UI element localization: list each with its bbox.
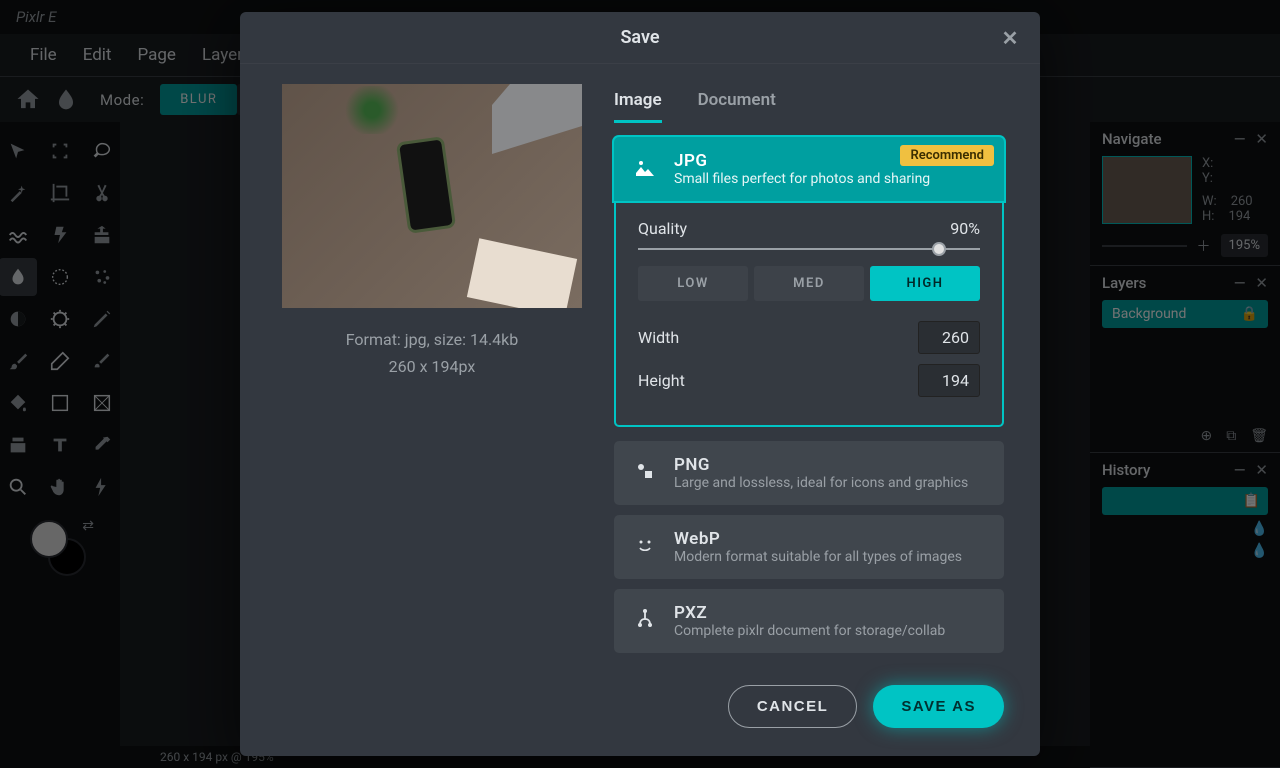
- format-jpg[interactable]: Recommend JPG Small files perfect for ph…: [614, 137, 1004, 201]
- width-label: Width: [638, 328, 679, 347]
- format-pxz[interactable]: PXZ Complete pixlr document for storage/…: [614, 589, 1004, 653]
- jpg-options: Quality 90% LOW MED HIGH Width Height: [614, 201, 1004, 427]
- quality-value: 90%: [950, 219, 980, 238]
- preview-dims-line: 260 x 194px: [282, 353, 582, 380]
- height-input[interactable]: [918, 364, 980, 397]
- shapes-icon: [632, 459, 658, 487]
- quality-high[interactable]: HIGH: [870, 266, 980, 301]
- format-webp-desc: Modern format suitable for all types of …: [674, 549, 986, 565]
- quality-low[interactable]: LOW: [638, 266, 748, 301]
- format-pxz-title: PXZ: [674, 603, 986, 623]
- height-label: Height: [638, 371, 685, 390]
- preview-image: [282, 84, 582, 308]
- width-input[interactable]: [918, 321, 980, 354]
- format-pxz-desc: Complete pixlr document for storage/coll…: [674, 623, 986, 639]
- format-jpg-desc: Small files perfect for photos and shari…: [674, 171, 986, 187]
- cancel-button[interactable]: CANCEL: [728, 685, 858, 728]
- save-as-button[interactable]: SAVE AS: [873, 685, 1004, 728]
- save-modal: Save ✕ Format: jpg, size: 14.4kb 260 x 1…: [240, 12, 1040, 756]
- format-webp-title: WebP: [674, 529, 986, 549]
- quality-label: Quality: [638, 219, 687, 238]
- quality-med[interactable]: MED: [754, 266, 864, 301]
- format-png-title: PNG: [674, 455, 986, 475]
- branch-icon: [632, 607, 658, 635]
- recommend-badge: Recommend: [900, 145, 994, 166]
- close-icon[interactable]: ✕: [996, 24, 1024, 52]
- format-png-desc: Large and lossless, ideal for icons and …: [674, 475, 986, 491]
- face-icon: [632, 533, 658, 561]
- image-icon: [632, 155, 658, 183]
- format-png[interactable]: PNG Large and lossless, ideal for icons …: [614, 441, 1004, 505]
- tab-document[interactable]: Document: [698, 84, 776, 123]
- quality-slider[interactable]: [638, 248, 980, 250]
- tab-image[interactable]: Image: [614, 84, 662, 123]
- modal-title: Save: [620, 27, 659, 48]
- format-webp[interactable]: WebP Modern format suitable for all type…: [614, 515, 1004, 579]
- modal-backdrop: Save ✕ Format: jpg, size: 14.4kb 260 x 1…: [0, 0, 1280, 768]
- preview-format-line: Format: jpg, size: 14.4kb: [282, 326, 582, 353]
- preview-info: Format: jpg, size: 14.4kb 260 x 194px: [282, 326, 582, 380]
